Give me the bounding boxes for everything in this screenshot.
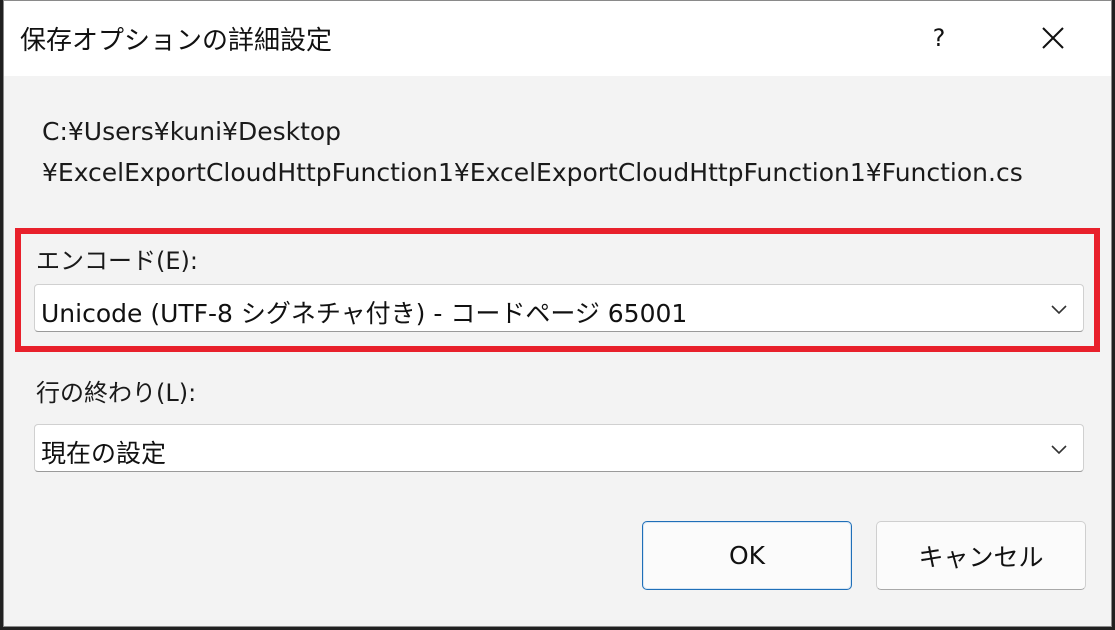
close-button[interactable] bbox=[1022, 7, 1084, 69]
file-path-line-2: ¥ExcelExportCloudHttpFunction1¥ExcelExpo… bbox=[42, 158, 1023, 187]
dialog-title: 保存オプションの詳細設定 bbox=[20, 26, 333, 56]
encoding-selected-value: Unicode (UTF-8 シグネチャ付き) - コードページ 65001 bbox=[41, 299, 688, 328]
chevron-down-icon bbox=[1051, 305, 1067, 315]
close-icon bbox=[1042, 27, 1064, 49]
line-endings-select[interactable]: 現在の設定 bbox=[34, 424, 1084, 472]
line-endings-label: 行の終わり(L): bbox=[36, 379, 197, 407]
encoding-label: エンコード(E): bbox=[36, 247, 198, 275]
chevron-down-icon bbox=[1051, 445, 1067, 455]
title-bar: 保存オプションの詳細設定 ? bbox=[4, 1, 1111, 76]
file-path-line-1: C:¥Users¥kuni¥Desktop bbox=[42, 117, 342, 146]
encoding-select[interactable]: Unicode (UTF-8 シグネチャ付き) - コードページ 65001 bbox=[34, 284, 1084, 332]
cancel-button[interactable]: キャンセル bbox=[876, 521, 1086, 590]
ok-button[interactable]: OK bbox=[642, 521, 852, 590]
save-options-dialog: 保存オプションの詳細設定 ? C:¥Users¥kuni¥Desktop ¥Ex… bbox=[3, 0, 1112, 627]
help-button[interactable]: ? bbox=[910, 7, 968, 69]
line-endings-selected-value: 現在の設定 bbox=[41, 439, 167, 468]
